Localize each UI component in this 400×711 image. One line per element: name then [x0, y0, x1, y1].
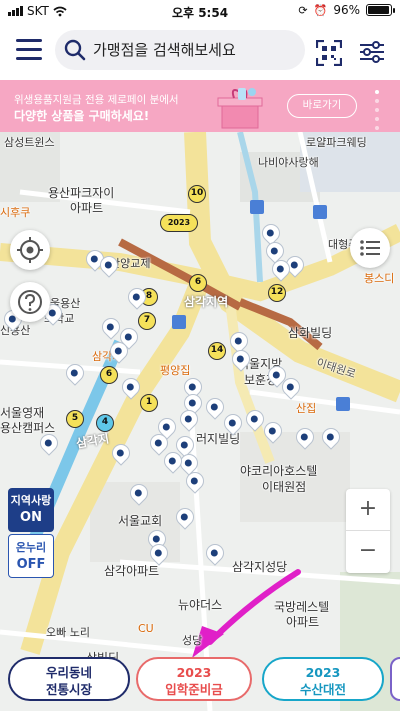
cluster-marker[interactable]: 4 [96, 414, 114, 432]
search-bar[interactable] [55, 30, 305, 70]
banner-line1: 위생용품지원금 전용 제로페이 분에서 [14, 94, 179, 106]
label-church: 서울교회 [118, 514, 163, 528]
chip-school-prep[interactable]: 2023 입학준비금 [136, 657, 252, 701]
cluster-marker[interactable]: 14 [208, 342, 226, 360]
menu-icon[interactable] [16, 39, 42, 61]
list-icon [360, 240, 380, 256]
label-nabi: 나비야사랑해 [258, 156, 319, 169]
label-samhwa: 삼화빌딩 [288, 326, 333, 340]
current-location-button[interactable] [10, 230, 50, 270]
battery-percent: 96% [333, 3, 360, 17]
banner-pager [375, 90, 379, 135]
cluster-marker[interactable]: 2023 [160, 214, 198, 232]
onnuri-toggle[interactable]: 온누리 OFF [8, 534, 54, 578]
rotation-lock-icon: ⟳ [298, 3, 308, 17]
cluster-marker[interactable]: 6 [100, 366, 118, 384]
cluster-marker[interactable]: 10 [188, 185, 206, 203]
label-sung: 성당 [182, 634, 203, 647]
filter-settings-icon[interactable] [358, 38, 386, 66]
gift-box-icon [217, 88, 263, 129]
label-samgakst: 삼각지성당 [232, 560, 288, 574]
toggle-value: OFF [16, 557, 46, 572]
help-button[interactable] [10, 282, 50, 322]
toggle-value: ON [20, 510, 42, 525]
status-bar: SKT 오후 5:54 ⟳ ⏰ 96% [0, 0, 400, 22]
toggle-title: 지역사랑 [10, 494, 52, 507]
chip-line1: 우리동네 [45, 665, 92, 680]
chip-line1: 2023 [305, 665, 341, 680]
label-bongs: 봉스디 [364, 272, 395, 285]
question-icon [18, 290, 42, 314]
label-wonhyo: 로얄파크웨딩 [306, 136, 367, 149]
map-view[interactable]: 삼성트윈스 로얄파크웨딩 나비야사랑해 용산파크자이 아파트 시후쿠 대형주차장… [0, 132, 400, 711]
banner-go-button[interactable]: 바로가기 [287, 94, 357, 118]
chip-more-partial[interactable] [390, 657, 400, 701]
label-pyeongyang: 평양집 [160, 364, 191, 377]
label-sam2: 산집 [296, 402, 317, 415]
cluster-marker[interactable]: 1 [140, 394, 158, 412]
local-love-toggle[interactable]: 지역사랑 ON [8, 488, 54, 532]
crosshair-icon [17, 237, 43, 263]
zoom-out-button[interactable]: − [346, 531, 390, 573]
chip-line2: 전통시장 [45, 682, 92, 697]
cluster-marker[interactable]: 5 [66, 410, 84, 428]
label-hotel: 야코리아호스텔 [240, 464, 318, 478]
battery-icon [366, 4, 395, 16]
list-view-button[interactable] [350, 228, 390, 268]
qr-scan-icon[interactable] [316, 40, 342, 66]
label-kukbang-2: 아파트 [286, 615, 320, 629]
label-newties: 뉴야더스 [178, 598, 223, 612]
zoom-in-button[interactable]: + [346, 489, 390, 531]
chip-seafood-fair[interactable]: 2023 수산대전 [262, 657, 384, 701]
search-input[interactable] [93, 36, 293, 64]
label-cu: CU [138, 622, 154, 635]
banner-line2: 다양한 상품을 구매하세요! [14, 109, 150, 123]
label-park-2: 아파트 [70, 201, 104, 215]
cluster-marker[interactable]: 7 [138, 312, 156, 330]
alarm-icon: ⏰ [313, 3, 328, 17]
chip-traditional-market[interactable]: 우리동네 전통시장 [8, 657, 130, 701]
chip-line1: 2023 [176, 665, 212, 680]
chip-line2: 수산대전 [299, 682, 346, 697]
chip-line2: 입학준비금 [165, 682, 223, 697]
label-hotel-2: 이태원점 [262, 480, 307, 494]
zoom-control: + − [346, 489, 390, 573]
label-samsung: 삼성트윈스 [4, 136, 55, 149]
toggle-title: 온누리 [15, 541, 47, 554]
label-sisa: 시후쿠 [0, 206, 31, 219]
cluster-marker[interactable]: 6 [189, 274, 207, 292]
app-header [0, 22, 400, 80]
status-right: ⟳ ⏰ 96% [298, 3, 395, 17]
cluster-marker[interactable]: 12 [268, 284, 286, 302]
label-apt: 삼각아파트 [104, 564, 160, 578]
promo-banner[interactable]: 위생용품지원금 전용 제로페이 분에서 다양한 상품을 구매하세요! 바로가기 [0, 80, 400, 132]
label-ohbeu: 오빠 노리 [46, 626, 90, 639]
search-icon [64, 39, 86, 61]
label-station: 삼각지역 [184, 295, 229, 309]
